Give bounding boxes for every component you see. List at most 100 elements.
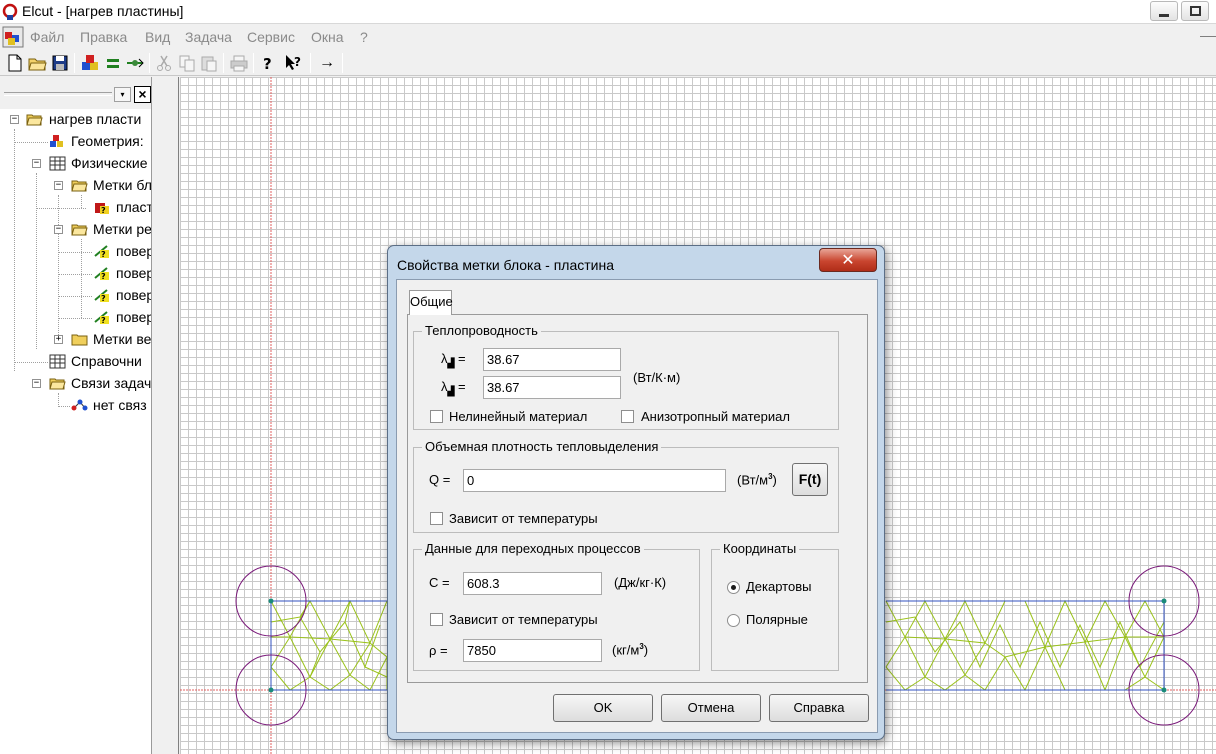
time-function-button[interactable]: F(t): [792, 463, 828, 496]
restore-button[interactable]: [1181, 1, 1209, 21]
save-icon[interactable]: [50, 53, 70, 73]
panel-splitter[interactable]: [153, 77, 179, 754]
svg-text:?: ?: [263, 55, 272, 73]
toolbar-separator: [342, 53, 343, 73]
vertex-node[interactable]: [268, 598, 274, 604]
connect-icon[interactable]: [125, 53, 145, 73]
menu-help[interactable]: ?: [360, 29, 368, 45]
cancel-button[interactable]: Отмена: [661, 694, 761, 722]
document-system-icon[interactable]: [2, 26, 24, 48]
tree-item-reference[interactable]: Справочни: [0, 351, 151, 373]
vertex-node[interactable]: [268, 687, 274, 693]
help-icon[interactable]: ?: [258, 53, 278, 73]
toolbar-separator: [223, 53, 224, 73]
open-folder-icon[interactable]: [27, 53, 47, 73]
menu-service[interactable]: Сервис: [247, 29, 295, 45]
cartesian-radio[interactable]: [727, 581, 740, 594]
nonlinear-label: Нелинейный материал: [449, 409, 588, 424]
mesh-right: [885, 599, 1165, 692]
mesh-left: [270, 599, 388, 691]
panel-menu-button[interactable]: ▾: [114, 87, 131, 102]
menu-windows[interactable]: Окна: [311, 29, 344, 45]
tree-item-vertex-labels[interactable]: + Метки ве: [0, 329, 152, 351]
svg-text:?: ?: [101, 316, 106, 325]
svg-text:?: ?: [101, 206, 106, 215]
elcut-app-icon[interactable]: [1, 3, 19, 21]
panel-grip: [4, 95, 112, 96]
svg-text:?: ?: [101, 294, 106, 303]
tree-item-label: пласт: [116, 199, 152, 215]
new-file-icon[interactable]: [5, 53, 25, 73]
geometry-icon: [49, 134, 66, 149]
folder-open-icon: [49, 376, 66, 391]
menu-task[interactable]: Задача: [185, 29, 232, 45]
tree-item-task-links[interactable]: − Связи задач: [0, 373, 151, 395]
menu-edit[interactable]: Правка: [80, 29, 127, 45]
minimize-button[interactable]: [1150, 1, 1178, 21]
mdi-minimize-icon[interactable]: [1200, 36, 1216, 37]
expand-icon[interactable]: +: [54, 335, 63, 344]
vertex-node[interactable]: [1161, 687, 1167, 693]
tree-item-block-labels[interactable]: − Метки бл: [0, 175, 151, 197]
tree-item-label: повер: [116, 265, 152, 281]
edge-label-icon: ?: [94, 244, 111, 259]
toolbar: ? ? →: [0, 50, 1216, 76]
cartesian-label: Декартовы: [746, 579, 812, 594]
menu-file[interactable]: Файл: [30, 29, 64, 45]
tree-item-label: Метки ве: [93, 331, 152, 347]
equals-icon[interactable]: [103, 53, 123, 73]
tree-item-label: Физические: [71, 155, 148, 171]
tree-item-no-links[interactable]: нет связ: [0, 395, 151, 417]
tree-item-surface[interactable]: ? повер: [0, 241, 151, 263]
geometry-icon[interactable]: [80, 53, 100, 73]
link-icon: [71, 398, 88, 413]
arrow-right-icon[interactable]: →: [317, 53, 337, 73]
title-bar: Elcut - [нагрев пластины]: [0, 0, 1216, 24]
menu-view[interactable]: Вид: [145, 29, 170, 45]
polar-radio[interactable]: [727, 614, 740, 627]
folder-open-icon: [26, 112, 43, 127]
tree-item-surface[interactable]: ? повер: [0, 263, 152, 285]
tree-item-plate[interactable]: ? пласт: [0, 197, 152, 219]
tree-item-surface[interactable]: ? повер: [0, 307, 151, 329]
q-input[interactable]: [463, 469, 726, 492]
lambda-y-label: λ▟ =: [441, 379, 466, 396]
copy-icon[interactable]: [177, 53, 197, 73]
tree-item-surface[interactable]: ? повер: [0, 285, 151, 307]
heat-capacity-input[interactable]: [463, 572, 602, 595]
help-button[interactable]: Справка: [769, 694, 869, 722]
paste-icon[interactable]: [199, 53, 219, 73]
density-input[interactable]: [463, 639, 602, 662]
c-temp-dependent-label: Зависит от температуры: [449, 612, 598, 627]
tab-general[interactable]: Общие: [409, 290, 453, 315]
rho-unit: (кг/м3): [612, 642, 648, 657]
ok-button[interactable]: OK: [553, 694, 653, 722]
lambda-x-input[interactable]: [483, 348, 621, 371]
print-icon[interactable]: [229, 53, 249, 73]
c-temp-dependent-checkbox[interactable]: [430, 613, 443, 626]
conductivity-group-title: Теплопроводность: [422, 323, 541, 338]
tree-item-edge-labels[interactable]: − Метки ре: [0, 219, 151, 241]
context-help-icon[interactable]: ?: [284, 53, 304, 73]
toolbar-separator: [149, 53, 150, 73]
dialog-close-button[interactable]: ✕: [819, 248, 877, 272]
cut-icon[interactable]: [154, 53, 174, 73]
collapse-icon[interactable]: −: [54, 181, 63, 190]
tree-item-geometry[interactable]: Геометрия:: [0, 131, 151, 153]
q-temp-dependent-checkbox[interactable]: [430, 512, 443, 525]
nonlinear-checkbox[interactable]: [430, 410, 443, 423]
collapse-icon[interactable]: −: [32, 159, 41, 168]
q-unit: (Вт/м3): [737, 472, 777, 487]
q-unit-base: (Вт/м: [737, 472, 769, 488]
tree-item-project[interactable]: − нагрев пласти: [0, 109, 151, 131]
collapse-icon[interactable]: −: [32, 379, 41, 388]
coordinates-group: Координаты Декартовы Полярные: [711, 541, 839, 671]
panel-close-button[interactable]: ×: [134, 86, 151, 103]
tree-item-physics[interactable]: − Физические: [0, 153, 151, 175]
transient-group: Данные для переходных процессов C = (Дж/…: [413, 541, 700, 671]
anisotropic-checkbox[interactable]: [621, 410, 634, 423]
collapse-icon[interactable]: −: [10, 115, 19, 124]
collapse-icon[interactable]: −: [54, 225, 63, 234]
lambda-y-input[interactable]: [483, 376, 621, 399]
vertex-node[interactable]: [1161, 598, 1167, 604]
